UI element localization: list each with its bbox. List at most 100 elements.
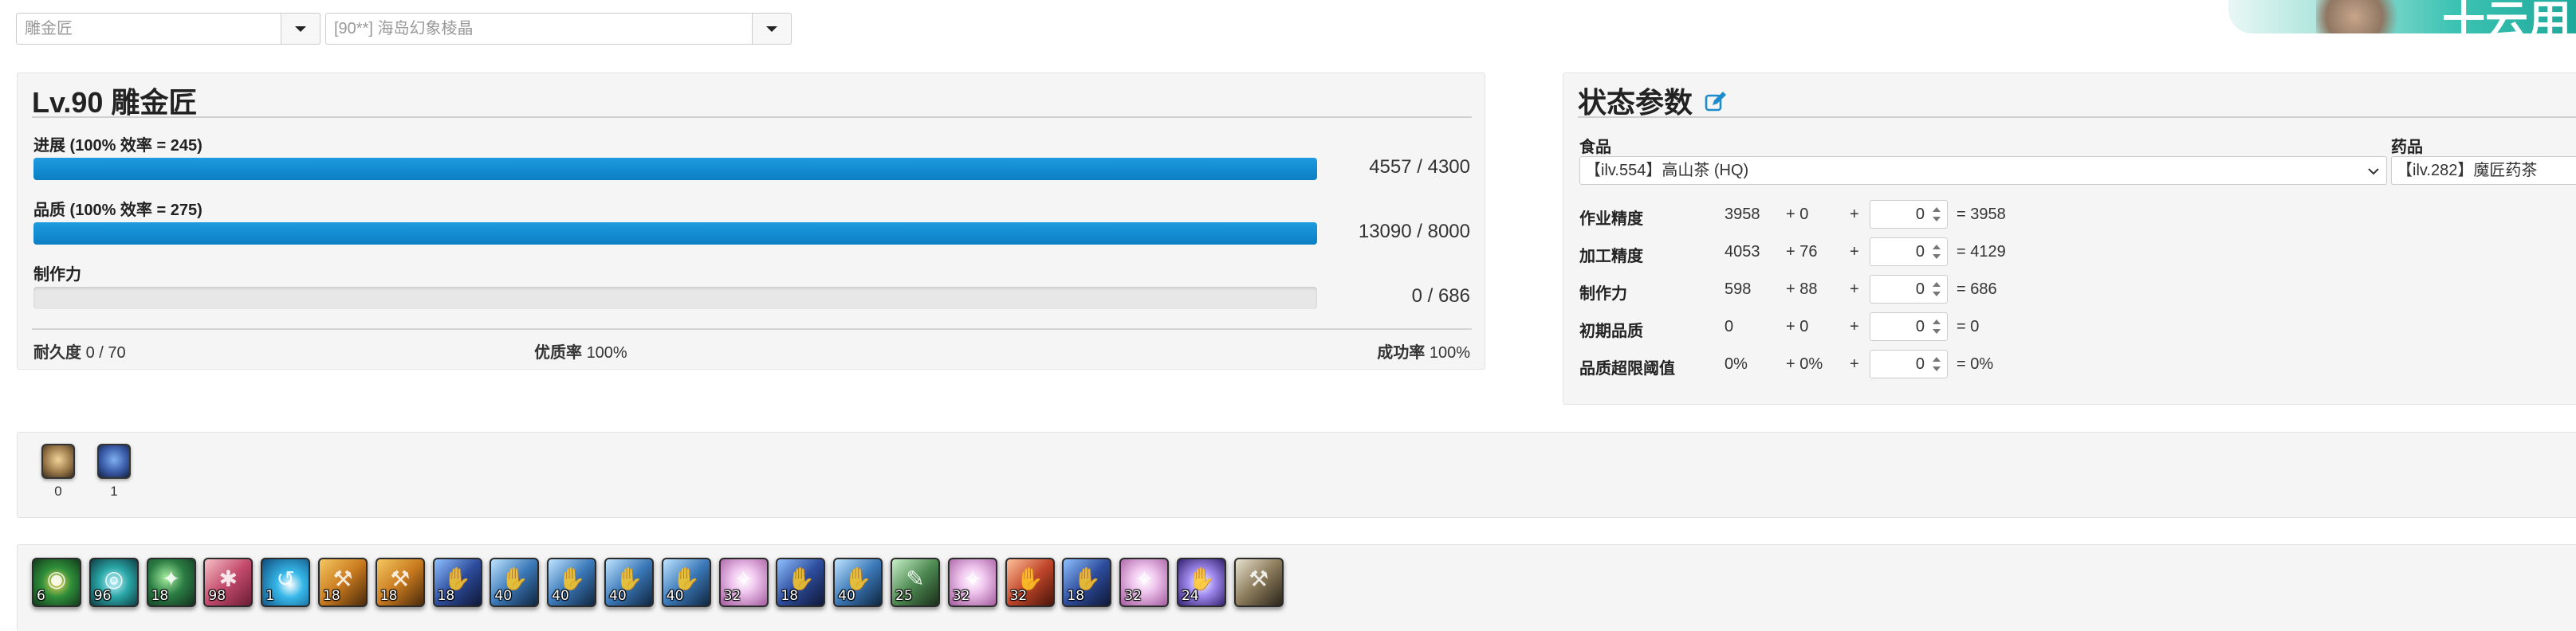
stat-total: = 686	[1957, 280, 1997, 298]
basic-touch-icon[interactable]: ✋ 40	[490, 558, 540, 607]
stat-base: 598	[1725, 280, 1752, 298]
great-strides-icon[interactable]: ✧ 32	[718, 558, 769, 607]
recipe-select[interactable]: [90**] 海岛幻象棱晶	[325, 13, 792, 45]
stat-base: 0	[1725, 318, 1734, 335]
spin-up-icon[interactable]	[1933, 319, 1941, 324]
skill-cost: 32	[1124, 588, 1142, 604]
quality-label: 品质 (100% 效率 = 275)	[33, 202, 203, 219]
stat-bonus: + 76	[1786, 243, 1818, 261]
basic-touch-icon[interactable]: ✋ 40	[833, 558, 883, 607]
progress-bar	[33, 158, 1317, 180]
stat-bonus-input[interactable]: 0	[1870, 237, 1948, 266]
basic-touch-icon[interactable]: ✋ 40	[547, 558, 597, 607]
recipe-select-toggle[interactable]	[752, 13, 792, 45]
manipulation-icon[interactable]	[97, 444, 131, 479]
spin-down-icon[interactable]	[1933, 254, 1941, 259]
stat-plus: +	[1850, 318, 1859, 335]
spin-down-icon[interactable]	[1933, 366, 1941, 371]
careful-synthesis-icon[interactable]: ⚒	[1233, 558, 1284, 607]
spin-down-icon[interactable]	[1933, 329, 1941, 334]
inner-quiet-icon[interactable]	[41, 444, 75, 479]
basic-touch-icon[interactable]: ✋ 40	[604, 558, 654, 607]
spin-up-icon[interactable]	[1933, 207, 1941, 212]
banner-text: 十云用	[2442, 0, 2571, 33]
skill-cost: 25	[895, 588, 913, 604]
stat-bonus-input-value: 0	[1915, 318, 1925, 335]
stat-plus: +	[1850, 280, 1859, 298]
food-select-value: 【ilv.554】高山茶 (HQ)	[1585, 162, 1749, 179]
great-strides-icon[interactable]: ✧ 32	[947, 558, 997, 607]
stat-total: = 0%	[1957, 355, 1994, 373]
veneration-icon[interactable]: ✦ 18	[146, 558, 196, 607]
divider	[1578, 116, 2576, 118]
quality-bar	[33, 222, 1317, 245]
skill-cost: 24	[1182, 588, 1199, 604]
craft-panel: Lv.90 雕金匠 进展 (100% 效率 = 245) 4557 / 4300…	[17, 73, 1485, 370]
groundwork-icon[interactable]: ⚒ 18	[318, 558, 368, 607]
job-select-toggle[interactable]	[281, 13, 321, 45]
stat-name: 制作力	[1579, 285, 1627, 303]
stat-bonus: + 0%	[1786, 355, 1823, 373]
stat-name: 品质超限阈值	[1579, 360, 1675, 378]
stat-bonus-input[interactable]: 0	[1870, 200, 1948, 229]
spin-up-icon[interactable]	[1933, 245, 1941, 249]
skill-cost: 40	[609, 588, 627, 604]
food-select[interactable]: 【ilv.554】高山茶 (HQ)	[1579, 156, 2387, 185]
skill-cost: 32	[723, 588, 741, 604]
spinner-icon[interactable]	[1931, 318, 1942, 335]
status-title-text: 状态参数	[1578, 86, 1693, 119]
job-select-value: 雕金匠	[25, 20, 73, 37]
skill-cost: 32	[952, 588, 970, 604]
stat-bonus-input[interactable]: 0	[1870, 350, 1948, 378]
quality-fill	[33, 222, 1317, 245]
stat-bonus-input[interactable]: 0	[1870, 275, 1948, 304]
stat-bonus: + 0	[1786, 318, 1809, 335]
success-label: 成功率	[1377, 344, 1426, 362]
status-title: 状态参数	[1578, 80, 1728, 121]
progress-fill	[33, 158, 1317, 180]
manipulation-icon[interactable]: ↺ 1	[261, 558, 311, 607]
skill-cost: 1	[265, 588, 275, 604]
spin-down-icon[interactable]	[1933, 217, 1941, 221]
stat-bonus-input-value: 0	[1915, 355, 1925, 373]
innovation-icon[interactable]: ✋ 18	[1062, 558, 1112, 607]
stat-name: 初期品质	[1579, 323, 1643, 340]
durability-label: 耐久度	[33, 344, 81, 362]
spinner-icon[interactable]	[1931, 206, 1942, 223]
chevron-down-icon	[2368, 168, 2379, 175]
trained-finesse-icon[interactable]: ✎ 25	[891, 558, 940, 607]
spin-up-icon[interactable]	[1933, 357, 1941, 362]
spinner-icon[interactable]	[1931, 280, 1942, 298]
food-label: 食品	[1579, 139, 1611, 156]
muscle-memory-icon[interactable]: ◉ 6	[32, 558, 81, 607]
stat-bonus-input-value: 0	[1915, 280, 1925, 298]
innovation-icon[interactable]: ✋ 18	[776, 558, 826, 607]
job-select[interactable]: 雕金匠	[16, 13, 321, 45]
spinner-icon[interactable]	[1931, 243, 1942, 261]
innovation-icon[interactable]: ✋ 18	[432, 558, 482, 607]
stat-bonus: + 88	[1786, 280, 1818, 298]
stat-total: = 3958	[1957, 206, 2006, 223]
recipe-select-value: [90**] 海岛幻象棱晶	[334, 20, 474, 37]
spin-down-icon[interactable]	[1933, 292, 1941, 296]
spinner-icon[interactable]	[1931, 355, 1942, 373]
skill-cost: 18	[323, 588, 340, 604]
preparatory-touch-icon[interactable]: ✋ 32	[1005, 558, 1055, 607]
quality-value: 13090 / 8000	[1358, 221, 1470, 242]
groundwork-icon[interactable]: ⚒ 18	[375, 558, 425, 607]
medicine-select[interactable]: 【ilv.282】魔匠药茶	[2391, 156, 2576, 185]
stat-plus: +	[1850, 206, 1859, 223]
cp-label: 制作力	[33, 266, 81, 284]
byregots-blessing-icon[interactable]: ✋ 24	[1177, 558, 1226, 607]
divider	[32, 116, 1472, 118]
waste-not-ii-icon[interactable]: ✱ 98	[203, 558, 254, 607]
stat-bonus-input[interactable]: 0	[1870, 312, 1948, 341]
basic-touch-icon[interactable]: ✋ 40	[661, 558, 711, 607]
spin-up-icon[interactable]	[1933, 282, 1941, 287]
great-strides-icon[interactable]: ✧ 32	[1119, 558, 1170, 607]
edit-icon[interactable]	[1704, 90, 1728, 114]
reflect-icon[interactable]: ◎ 96	[88, 558, 139, 607]
progress-value: 4557 / 4300	[1369, 156, 1470, 178]
success-value: 100%	[1429, 344, 1470, 362]
durability-value: 0 / 70	[85, 344, 126, 362]
